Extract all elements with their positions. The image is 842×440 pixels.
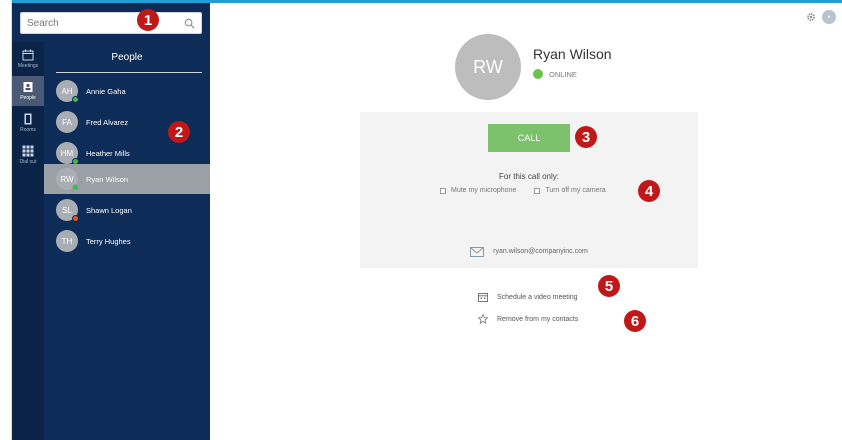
call-button[interactable]: CALL [488, 124, 570, 152]
callout-badge-6: 6 [624, 310, 646, 332]
avatar-initials: AH [61, 86, 73, 96]
room-icon [24, 113, 32, 125]
calendar-icon [22, 49, 34, 61]
rail-item-dial-out[interactable]: Dial out [12, 140, 44, 170]
dialpad-icon [22, 145, 34, 157]
rail-label: Rooms [20, 127, 36, 133]
rail-label: Dial out [19, 159, 37, 165]
left-edge [0, 0, 12, 440]
callout-badge-1: 1 [137, 9, 159, 31]
remove-contact-label: Remove from my contacts [497, 315, 579, 323]
callout-badge-5: 5 [598, 275, 620, 297]
presence-status: ONLINE [533, 69, 577, 79]
presence-dot [72, 215, 79, 222]
people-panel: People AH Annie Gaha FA Fred Alvarez HM … [44, 42, 210, 440]
user-avatar-icon[interactable]: ● [822, 10, 836, 24]
contact-name: Ryan Wilson [86, 174, 129, 184]
search-input[interactable] [27, 17, 184, 29]
rail-item-people[interactable]: People [12, 76, 44, 106]
avatar: SL [56, 199, 79, 222]
mail-icon [470, 246, 485, 257]
avatar: AH [56, 80, 79, 103]
star-icon [478, 314, 488, 324]
calendar-icon [478, 293, 488, 302]
rail-item-meetings[interactable]: Meetings [12, 44, 44, 74]
contact-name: Terry Hughes [86, 236, 131, 246]
schedule-meeting-link[interactable]: Schedule a video meeting [478, 292, 578, 302]
avatar-initials: TH [61, 236, 73, 246]
avatar-initials: RW [60, 174, 74, 184]
profile-initials: RW [473, 56, 503, 77]
callout-badge-4: 4 [638, 180, 660, 202]
status-text: ONLINE [549, 69, 577, 79]
email-row[interactable]: ryan.wilson@companyinc.com [360, 235, 698, 268]
presence-dot [72, 184, 79, 191]
app-window: Meetings People Rooms Dial out [0, 0, 842, 440]
callout-badge-2: 2 [168, 121, 190, 143]
avatar: HM [56, 142, 79, 165]
camera-label: Turn off my camera [545, 187, 606, 194]
contact-row[interactable]: SL Shawn Logan [44, 195, 210, 225]
rail-label: Meetings [17, 63, 39, 69]
mute-checkbox[interactable] [440, 187, 446, 194]
contact-name: Shawn Logan [86, 205, 132, 215]
search-box[interactable] [20, 12, 202, 34]
contact-row-selected[interactable]: RW Ryan Wilson [44, 164, 210, 194]
avatar-initials: HM [60, 148, 74, 158]
contact-card-icon [23, 82, 33, 92]
gear-icon[interactable] [806, 12, 816, 22]
avatar-initials: FA [62, 117, 72, 127]
panel-title: People [111, 52, 143, 63]
email-address: ryan.wilson@companyinc.com [493, 248, 588, 255]
online-status-icon [533, 69, 543, 79]
remove-contact-link[interactable]: Remove from my contacts [478, 314, 578, 324]
call-card: CALL For this call only: Mute my microph… [360, 112, 698, 235]
rail-item-rooms[interactable]: Rooms [12, 108, 44, 138]
nav-rail: Meetings People Rooms Dial out [12, 42, 44, 440]
corner-tools: ● [806, 10, 836, 24]
contact-row[interactable]: TH Terry Hughes [44, 226, 210, 256]
contact-row[interactable]: AH Annie Gaha [44, 76, 210, 106]
turn-off-camera-option[interactable]: Turn off my camera [534, 187, 606, 194]
camera-checkbox[interactable] [534, 187, 541, 194]
avatar: TH [56, 230, 78, 252]
avatar-initials: SL [62, 205, 72, 215]
profile-name: Ryan Wilson [533, 46, 612, 62]
mute-label: Mute my microphone [451, 187, 517, 194]
avatar: RW [56, 168, 79, 191]
schedule-meeting-label: Schedule a video meeting [497, 293, 578, 301]
presence-dot [72, 96, 79, 103]
profile-avatar: RW [455, 34, 521, 100]
call-options: Mute my microphone Turn off my camera [440, 187, 606, 194]
avatar: FA [56, 111, 78, 133]
mute-microphone-option[interactable]: Mute my microphone [440, 187, 516, 194]
search-icon[interactable] [184, 18, 195, 29]
contact-name: Annie Gaha [86, 86, 126, 96]
panel-divider [56, 72, 202, 73]
contact-name: Fred Alvarez [86, 117, 129, 127]
callout-badge-3: 3 [575, 126, 597, 148]
contact-name: Heather Mills [86, 148, 130, 158]
rail-label: People [20, 95, 36, 101]
